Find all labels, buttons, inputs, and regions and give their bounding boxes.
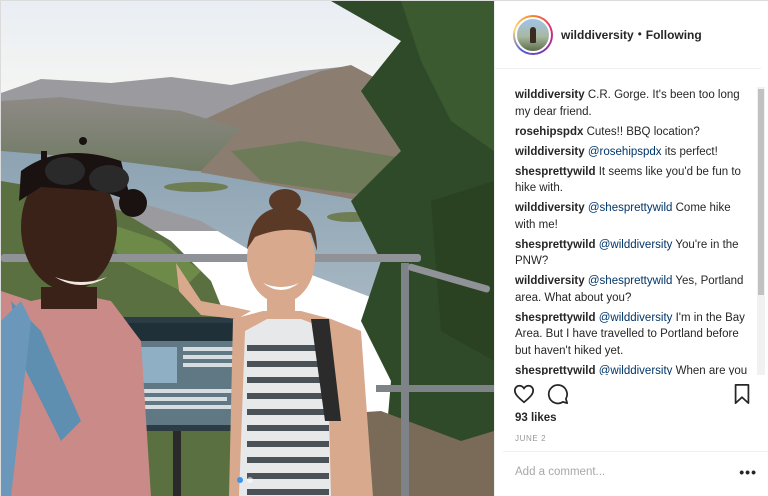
comment-mention-link[interactable]: @shesprettywild xyxy=(588,275,673,287)
comment-username[interactable]: shesprettywild xyxy=(515,239,596,251)
carousel-dot[interactable] xyxy=(247,477,253,483)
speech-bubble-icon[interactable] xyxy=(547,383,569,405)
comment-username[interactable]: shesprettywild xyxy=(515,365,596,376)
comments-scrollbar[interactable] xyxy=(757,87,765,375)
comment-mention-link[interactable]: @wilddiversity xyxy=(599,312,673,324)
comment-mention-link[interactable]: @wilddiversity xyxy=(599,365,673,376)
comment-item: wilddiversity @shesprettywild Yes, Portl… xyxy=(515,273,753,306)
carousel-indicator xyxy=(237,477,253,483)
ellipsis-icon[interactable]: ••• xyxy=(739,464,757,480)
comment-username[interactable]: shesprettywild xyxy=(515,166,596,178)
post-modal: wilddiversity • Following wilddiversity … xyxy=(0,0,768,496)
comment-item: wilddiversity @shesprettywild Come hike … xyxy=(515,200,753,233)
comment-item: shesprettywild It seems like you'd be fu… xyxy=(515,164,753,197)
bookmark-icon[interactable] xyxy=(731,383,753,405)
like-count[interactable]: 93 likes xyxy=(515,412,557,424)
follow-status-button[interactable]: Following xyxy=(646,28,702,42)
comment-item: rosehipspdx Cutes!! BBQ location? xyxy=(515,124,753,141)
add-comment-bar: ••• xyxy=(503,451,768,496)
comment-item: shesprettywild @wilddiversity When are y… xyxy=(515,363,753,376)
comment-mention-link[interactable]: @wilddiversity xyxy=(599,239,673,251)
comment-item: shesprettywild @wilddiversity You're in … xyxy=(515,237,753,270)
photo-scene xyxy=(1,1,494,496)
post-header: wilddiversity • Following xyxy=(495,1,761,69)
comment-username[interactable]: wilddiversity xyxy=(515,202,585,214)
avatar-image xyxy=(515,16,551,53)
carousel-dot-active[interactable] xyxy=(237,477,243,483)
comment-username[interactable]: shesprettywild xyxy=(515,312,596,324)
comment-mention-link[interactable]: @rosehipspdx xyxy=(588,146,662,158)
post-date[interactable]: JUNE 2 xyxy=(515,434,546,443)
comment-username[interactable]: wilddiversity xyxy=(515,89,585,101)
comment-text: Cutes!! BBQ location? xyxy=(586,125,700,138)
comment-mention-link[interactable]: @shesprettywild xyxy=(588,202,673,214)
comment-username[interactable]: wilddiversity xyxy=(515,146,585,158)
comment-text: its perfect! xyxy=(664,145,718,158)
comment-username[interactable]: rosehipspdx xyxy=(515,126,583,138)
avatar[interactable] xyxy=(513,14,553,55)
post-side-panel: wilddiversity • Following wilddiversity … xyxy=(494,1,768,496)
comment-input[interactable] xyxy=(515,466,715,478)
comment-item: wilddiversity @rosehipspdx its perfect! xyxy=(515,144,753,161)
comment-item: wilddiversity C.R. Gorge. It's been too … xyxy=(515,87,753,120)
post-photo[interactable] xyxy=(1,1,494,496)
comment-item: shesprettywild @wilddiversity I'm in the… xyxy=(515,310,753,360)
header-separator: • xyxy=(637,28,642,41)
comment-username[interactable]: wilddiversity xyxy=(515,275,585,287)
heart-icon[interactable] xyxy=(513,383,535,405)
scrollbar-thumb[interactable] xyxy=(758,89,764,295)
header-username[interactable]: wilddiversity xyxy=(561,28,634,42)
comments-list[interactable]: wilddiversity C.R. Gorge. It's been too … xyxy=(515,87,753,375)
post-actions xyxy=(513,383,753,407)
